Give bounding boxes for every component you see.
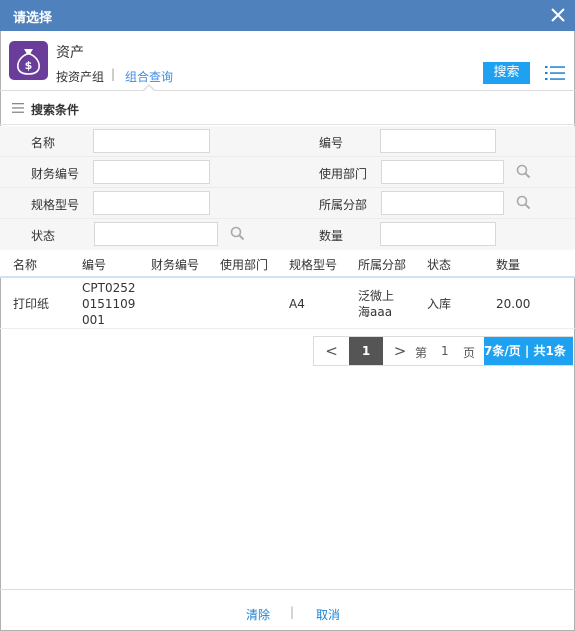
branch-search-icon[interactable]	[516, 195, 531, 210]
quantity-input[interactable]	[380, 222, 496, 246]
next-page-button[interactable]: >	[386, 337, 414, 365]
cell-status: 入库	[427, 297, 452, 311]
cell-branch-line: 泛微上	[358, 289, 395, 303]
cell-code: CPT0252 0151109 001	[82, 280, 135, 328]
column-header[interactable]: 数量	[496, 256, 520, 273]
table-header: 名称 编号 财务编号 使用部门 规格型号 所属分部 状态 数量	[0, 250, 575, 278]
footer-separator: |	[290, 605, 295, 619]
search-button[interactable]: 搜索	[483, 62, 530, 84]
column-header[interactable]: 编号	[82, 256, 106, 273]
form-row: 财务编号 使用部门	[0, 157, 575, 188]
column-header[interactable]: 规格型号	[289, 256, 337, 273]
search-conditions-bar[interactable]: 搜索条件	[0, 92, 575, 125]
cell-spec: A4	[289, 297, 305, 311]
tab-combined-query[interactable]: 组合查询	[125, 68, 173, 85]
search-form: 名称 编号 财务编号 使用部门 规格型号 所属分部 状态 数量	[0, 126, 575, 250]
cell-code-line: 001	[82, 313, 105, 327]
cell-code-line: CPT0252	[82, 281, 136, 295]
field-label-name: 名称	[31, 136, 56, 150]
finance-code-input[interactable]	[93, 160, 210, 184]
status-search-icon[interactable]	[230, 226, 245, 241]
header: $ 资产 按资产组 | 组合查询 搜索	[0, 31, 575, 91]
tab-asset-group[interactable]: 按资产组	[56, 68, 104, 85]
search-conditions-label: 搜索条件	[31, 103, 80, 117]
svg-text:$: $	[25, 59, 33, 72]
column-header[interactable]: 所属分部	[358, 256, 406, 273]
prev-page-button[interactable]: <	[314, 337, 349, 365]
current-page-button[interactable]: 1	[349, 337, 383, 365]
page-prefix-label: 第	[415, 346, 428, 360]
form-row: 状态 数量	[0, 219, 575, 250]
field-label-department: 使用部门	[319, 167, 368, 181]
page-number-input[interactable]: 1	[441, 344, 449, 358]
hamburger-icon	[12, 103, 24, 113]
department-input[interactable]	[381, 160, 504, 184]
field-label-spec: 规格型号	[31, 198, 80, 212]
dialog-title: 请选择	[13, 11, 53, 26]
status-input[interactable]	[94, 222, 218, 246]
column-header[interactable]: 财务编号	[151, 256, 199, 273]
dialog-footer: 清除 | 取消	[0, 589, 575, 631]
table-row[interactable]: 打印纸 CPT0252 0151109 001 A4 泛微上 海aaa 入库 2…	[0, 279, 575, 329]
clear-button[interactable]: 清除	[246, 606, 270, 623]
field-label-finance-code: 财务编号	[31, 167, 80, 181]
list-menu-icon[interactable]	[545, 65, 565, 81]
cell-branch: 泛微上 海aaa	[358, 288, 394, 320]
page-suffix-label: 页	[463, 346, 476, 360]
field-label-branch: 所属分部	[319, 198, 368, 212]
field-label-status: 状态	[31, 229, 56, 243]
money-bag-icon: $	[9, 41, 48, 80]
app-name: 资产	[56, 45, 84, 61]
name-input[interactable]	[93, 129, 210, 153]
column-header[interactable]: 使用部门	[220, 256, 268, 273]
cell-name: 打印纸	[13, 297, 50, 311]
column-header[interactable]: 状态	[427, 256, 451, 273]
field-label-code: 编号	[319, 136, 344, 150]
pagination: < 1 > 第 1 页 7条/页 | 共1条	[313, 336, 573, 366]
branch-input[interactable]	[381, 191, 504, 215]
field-label-quantity: 数量	[319, 229, 344, 243]
tab-separator: |	[111, 67, 116, 81]
form-row: 规格型号 所属分部	[0, 188, 575, 219]
cell-quantity: 20.00	[496, 297, 531, 311]
department-search-icon[interactable]	[516, 164, 531, 179]
cancel-button[interactable]: 取消	[316, 606, 340, 623]
spec-input[interactable]	[93, 191, 210, 215]
form-row: 名称 编号	[0, 126, 575, 157]
column-header[interactable]: 名称	[13, 256, 37, 273]
page-size-info[interactable]: 7条/页 | 共1条	[484, 337, 573, 365]
active-tab-caret-inner	[144, 86, 154, 91]
dialog-titlebar: 请选择	[0, 0, 575, 31]
cell-code-line: 0151109	[82, 297, 136, 311]
cell-branch-line: 海aaa	[358, 305, 393, 319]
code-input[interactable]	[380, 129, 496, 153]
close-icon[interactable]	[549, 6, 567, 24]
